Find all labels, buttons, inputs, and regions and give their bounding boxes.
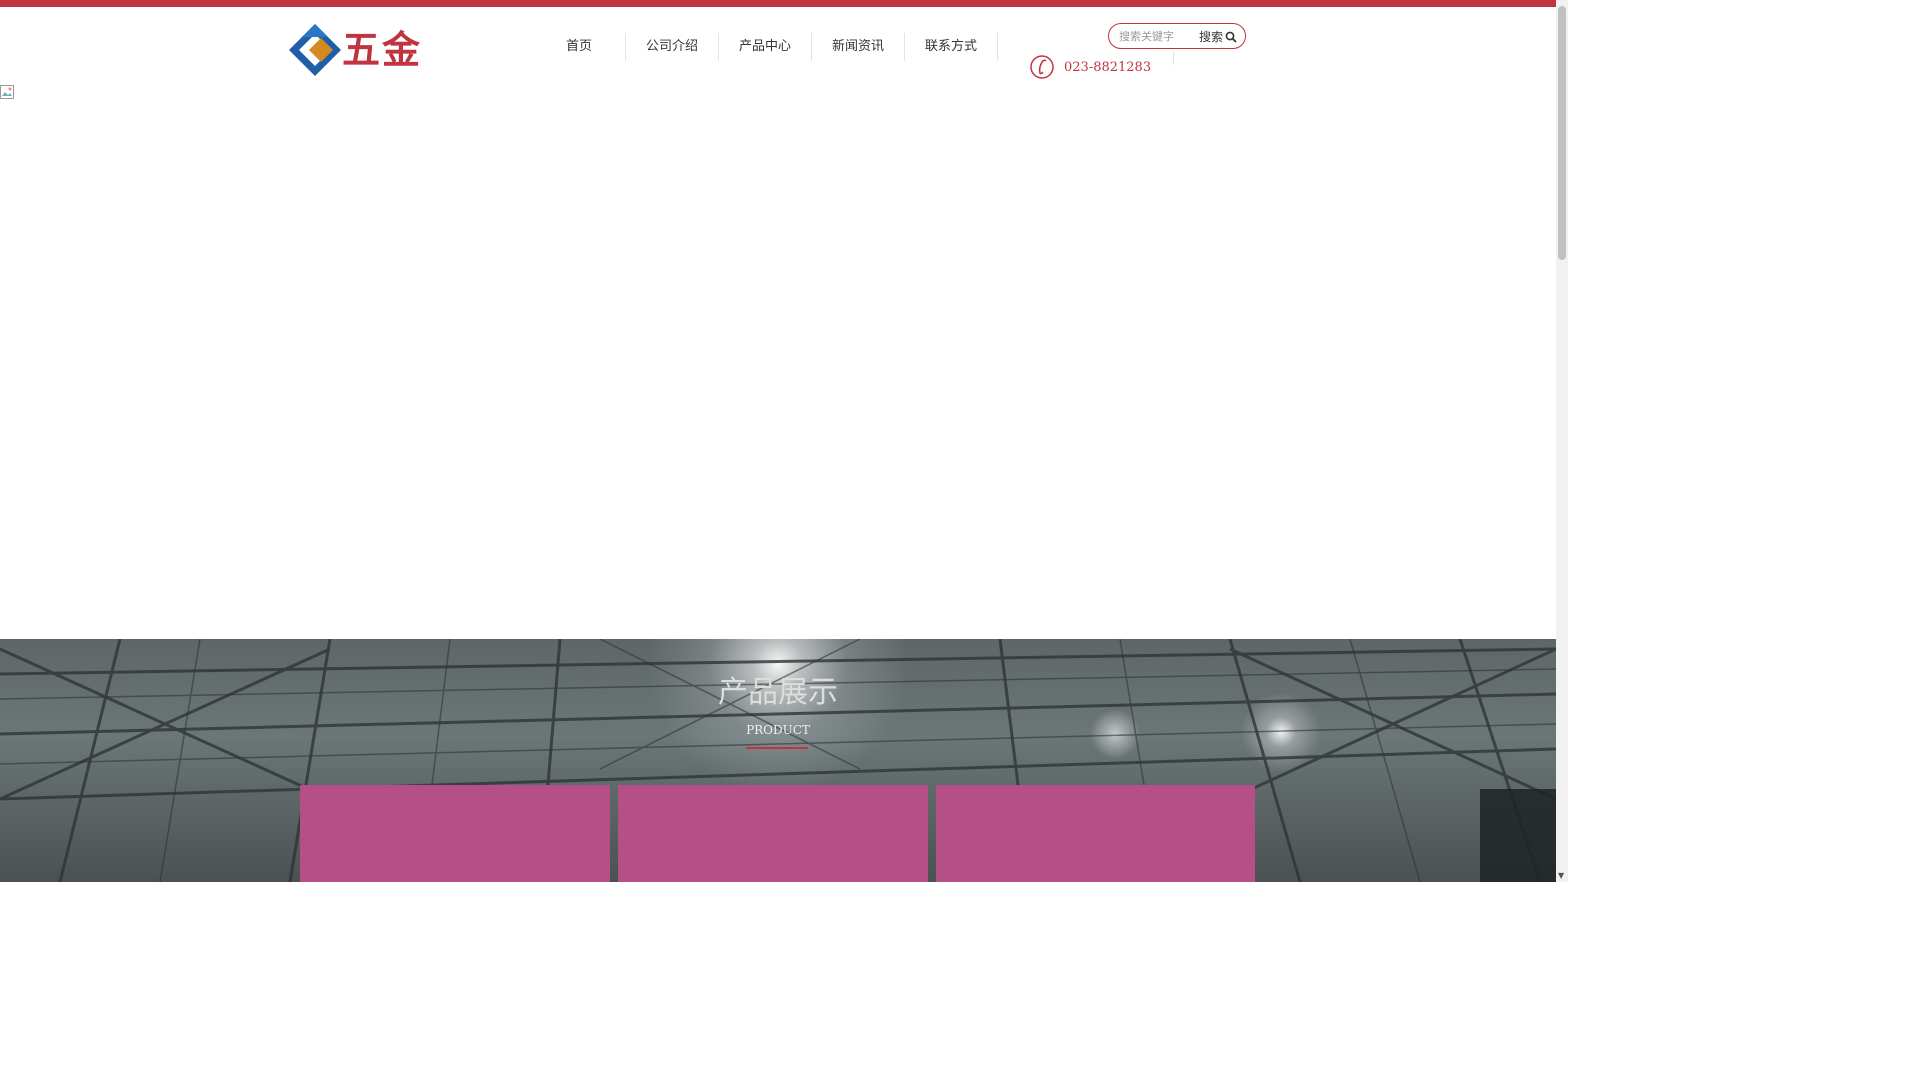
- nav-item-home[interactable]: 首页: [533, 33, 626, 61]
- product-section: 产品展示 PRODUCT: [0, 639, 1556, 882]
- banner-slider: [0, 84, 1556, 667]
- search-icon: [1225, 31, 1237, 43]
- search-input[interactable]: [1119, 27, 1197, 45]
- scrollbar-thumb[interactable]: [1558, 6, 1566, 260]
- nav-item-products[interactable]: 产品中心: [719, 33, 812, 61]
- logo-diamond-icon: [289, 24, 341, 76]
- search-button-label: 搜索: [1199, 30, 1224, 44]
- search-button[interactable]: 搜索: [1199, 28, 1237, 46]
- product-card-1[interactable]: [300, 785, 610, 882]
- logo-text: 五金: [342, 28, 423, 72]
- page-scrollbar[interactable]: ▼: [1556, 0, 1568, 882]
- phone-contact: 023-8821283: [1030, 53, 1151, 81]
- section-subtitle: PRODUCT: [746, 723, 810, 737]
- nav-item-about[interactable]: 公司介绍: [626, 33, 719, 61]
- top-accent-bar: [0, 0, 1556, 7]
- title-underline: [746, 747, 808, 749]
- nav-item-contact[interactable]: 联系方式: [905, 33, 998, 61]
- site-header: 五金 首页 公司介绍 产品中心 新闻资讯 联系方式 搜索 023-8821283: [0, 7, 1556, 85]
- main-nav: 首页 公司介绍 产品中心 新闻资讯 联系方式: [533, 33, 998, 61]
- product-card-2[interactable]: [618, 785, 928, 882]
- product-card-3[interactable]: [936, 785, 1255, 882]
- section-title: 产品展示: [718, 675, 838, 710]
- broken-image-icon: [0, 85, 14, 99]
- search-box: 搜索: [1108, 23, 1246, 49]
- scroll-down-arrow-icon[interactable]: ▼: [1558, 871, 1564, 880]
- phone-icon: [1030, 55, 1054, 79]
- divider: [1173, 51, 1174, 65]
- nav-item-news[interactable]: 新闻资讯: [812, 33, 905, 61]
- logo[interactable]: 五金: [289, 24, 424, 80]
- phone-number: 023-8821283: [1064, 59, 1152, 75]
